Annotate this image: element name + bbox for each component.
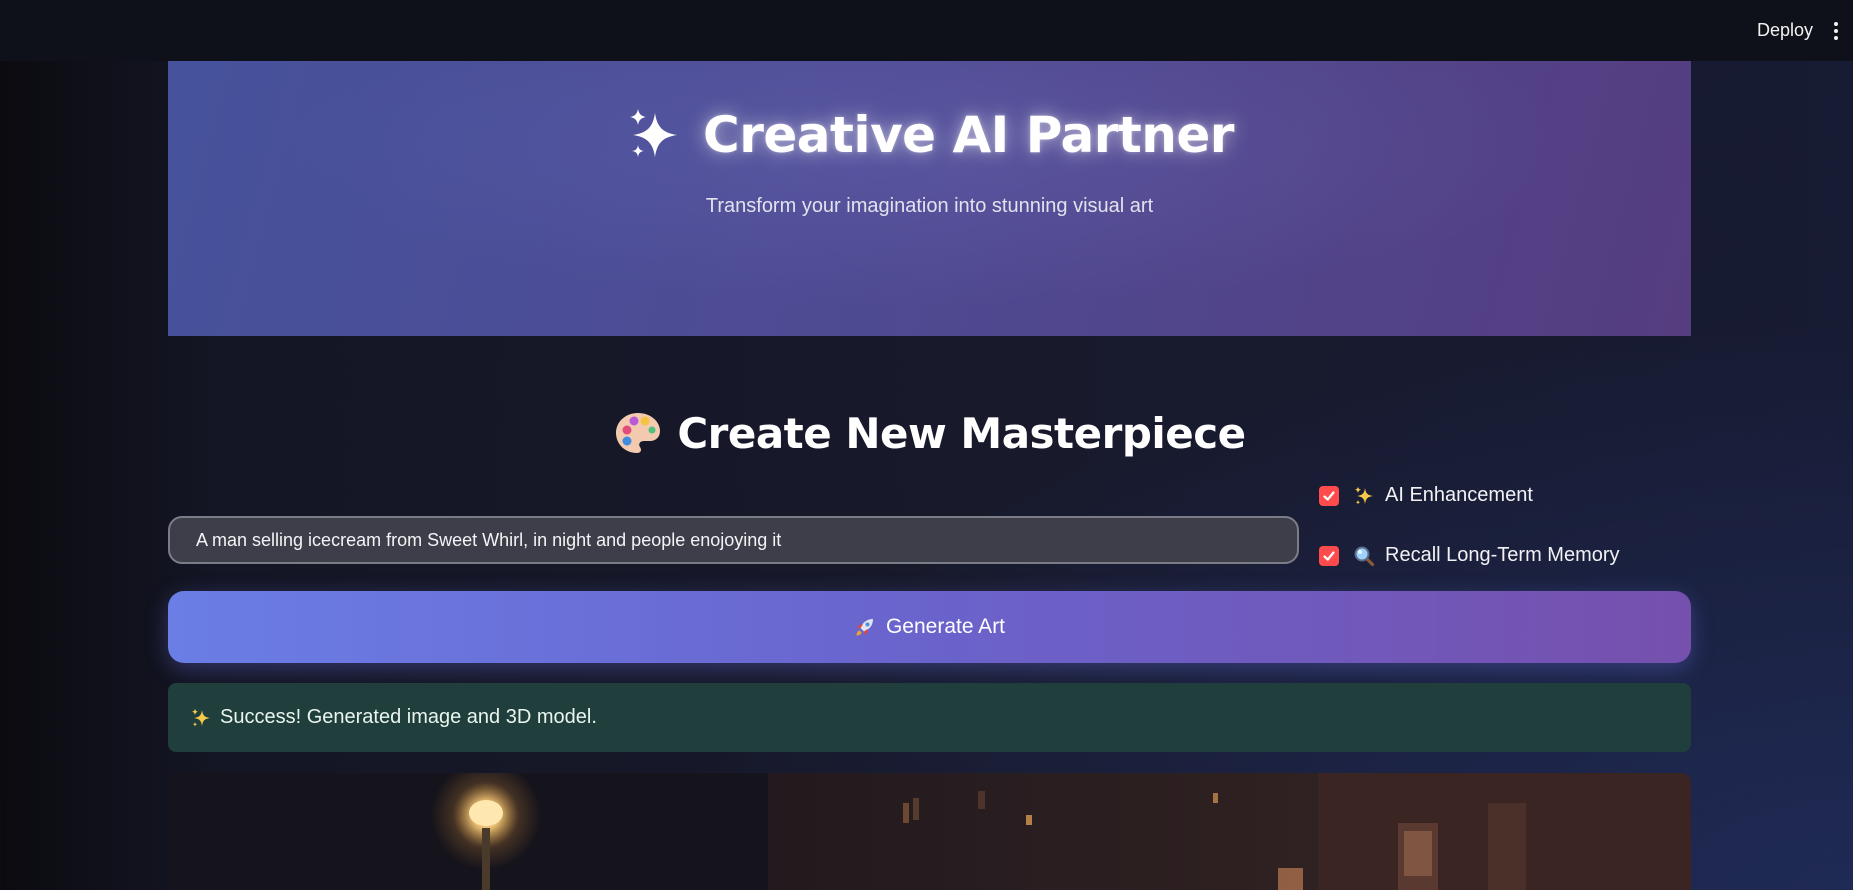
artist-palette-icon: [616, 413, 661, 453]
checkmark-icon: [1323, 550, 1335, 561]
prompt-input[interactable]: [168, 516, 1299, 564]
generate-art-label: Generate Art: [885, 615, 1006, 638]
ai-enhancement-label: AI Enhancement: [1385, 484, 1533, 506]
sparkles-icon: [630, 109, 678, 157]
checkbox-checked[interactable]: [1319, 485, 1339, 506]
generate-art-button[interactable]: Generate Art: [168, 591, 1691, 663]
generated-image: [168, 773, 1691, 890]
ai-enhancement-checkbox[interactable]: AI Enhancement: [1319, 484, 1533, 507]
night-street-scene: [168, 773, 1691, 890]
checkmark-icon: [1323, 490, 1335, 501]
page-subtitle: Transform your imagination into stunning…: [705, 195, 1154, 217]
recall-memory-checkbox[interactable]: Recall Long-Term Memory: [1319, 544, 1620, 567]
checkbox-checked[interactable]: [1319, 545, 1339, 566]
vertical-ellipsis-icon[interactable]: [1829, 19, 1843, 43]
hero-banner: Creative AI Partner Transform your imagi…: [168, 61, 1691, 336]
page-title-text: Creative AI Partner: [703, 106, 1234, 164]
section-title: Create New Masterpiece: [168, 408, 1691, 458]
page-title: Creative AI Partner: [168, 105, 1691, 165]
section-title-text: Create New Masterpiece: [677, 408, 1246, 458]
rocket-icon: [856, 619, 873, 636]
sparkles-icon: [191, 708, 210, 727]
success-alert: Success! Generated image and 3D model.: [168, 683, 1691, 752]
deploy-button[interactable]: Deploy: [1745, 12, 1825, 49]
recall-memory-label: Recall Long-Term Memory: [1385, 544, 1620, 566]
app-header: Deploy: [0, 0, 1853, 61]
sparkles-icon: [1354, 486, 1373, 505]
main-content: Creative AI Partner Transform your imagi…: [168, 61, 1691, 890]
magnifying-glass-icon: [1354, 546, 1375, 566]
success-message: Success! Generated image and 3D model.: [220, 706, 597, 728]
